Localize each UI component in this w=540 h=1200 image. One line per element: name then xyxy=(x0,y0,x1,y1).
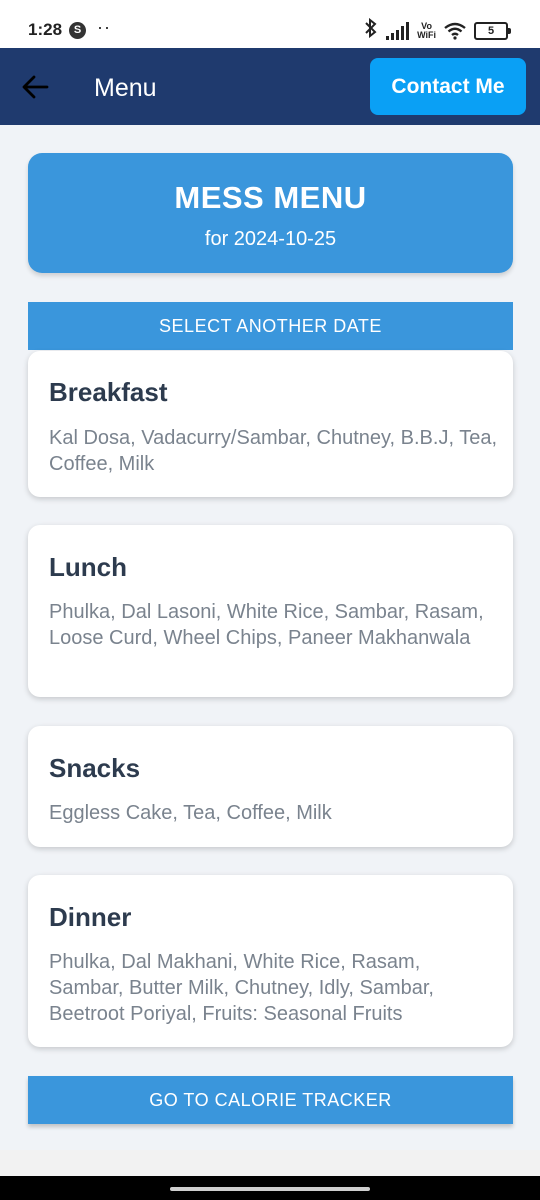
meal-items: Phulka, Dal Makhani, White Rice, Rasam, … xyxy=(49,951,434,1025)
page-bottom xyxy=(0,1150,540,1176)
meal-card-dinner: Dinner Phulka, Dal Makhani, White Rice, … xyxy=(28,875,513,1047)
vowifi-bottom-label: WiFi xyxy=(417,29,436,40)
meal-title: Breakfast xyxy=(49,377,168,407)
page-title: Menu xyxy=(94,74,157,102)
vowifi-icon: Vo WiFi xyxy=(417,21,436,40)
system-navigation-bar xyxy=(0,1176,540,1200)
select-another-date-button[interactable]: SELECT ANOTHER DATE xyxy=(28,302,513,350)
meal-items: Phulka, Dal Lasoni, White Rice, Sambar, … xyxy=(49,601,484,649)
header-date: for 2024-10-25 xyxy=(204,228,337,250)
meal-card-snacks: Snacks Eggless Cake, Tea, Coffee, Milk xyxy=(28,726,513,847)
app-bar: Menu Contact Me xyxy=(0,48,540,125)
meal-items: Kal Dosa, Vadacurry/Sambar, Chutney, B.B… xyxy=(49,427,497,475)
meal-title: Dinner xyxy=(49,902,132,932)
meal-title: Lunch xyxy=(49,552,127,582)
signal-strength-icon xyxy=(386,21,410,40)
wifi-icon xyxy=(444,22,466,40)
notification-icon: S xyxy=(69,22,86,39)
meal-items: Eggless Cake, Tea, Coffee, Milk xyxy=(49,802,332,824)
contact-me-button[interactable]: Contact Me xyxy=(370,58,526,115)
status-bar: 1:28 S ·· Vo WiFi 5 xyxy=(0,0,540,48)
meal-card-breakfast: Breakfast Kal Dosa, Vadacurry/Sambar, Ch… xyxy=(28,351,513,497)
meal-card-lunch: Lunch Phulka, Dal Lasoni, White Rice, Sa… xyxy=(28,525,513,697)
battery-icon: 5 xyxy=(474,21,511,40)
status-icons: Vo WiFi 5 xyxy=(364,17,511,43)
go-to-calorie-tracker-button[interactable]: GO TO CALORIE TRACKER xyxy=(28,1076,513,1124)
back-button[interactable] xyxy=(22,74,50,100)
back-arrow-icon xyxy=(22,75,49,99)
mess-menu-header: MESS MENU for 2024-10-25 xyxy=(28,153,513,273)
header-title: MESS MENU xyxy=(174,180,367,215)
bluetooth-icon xyxy=(364,17,378,43)
home-gesture-handle[interactable] xyxy=(170,1187,370,1191)
status-time: 1:28 xyxy=(28,20,63,39)
meal-title: Snacks xyxy=(49,753,141,783)
more-notifications-indicator: ·· xyxy=(97,17,111,37)
